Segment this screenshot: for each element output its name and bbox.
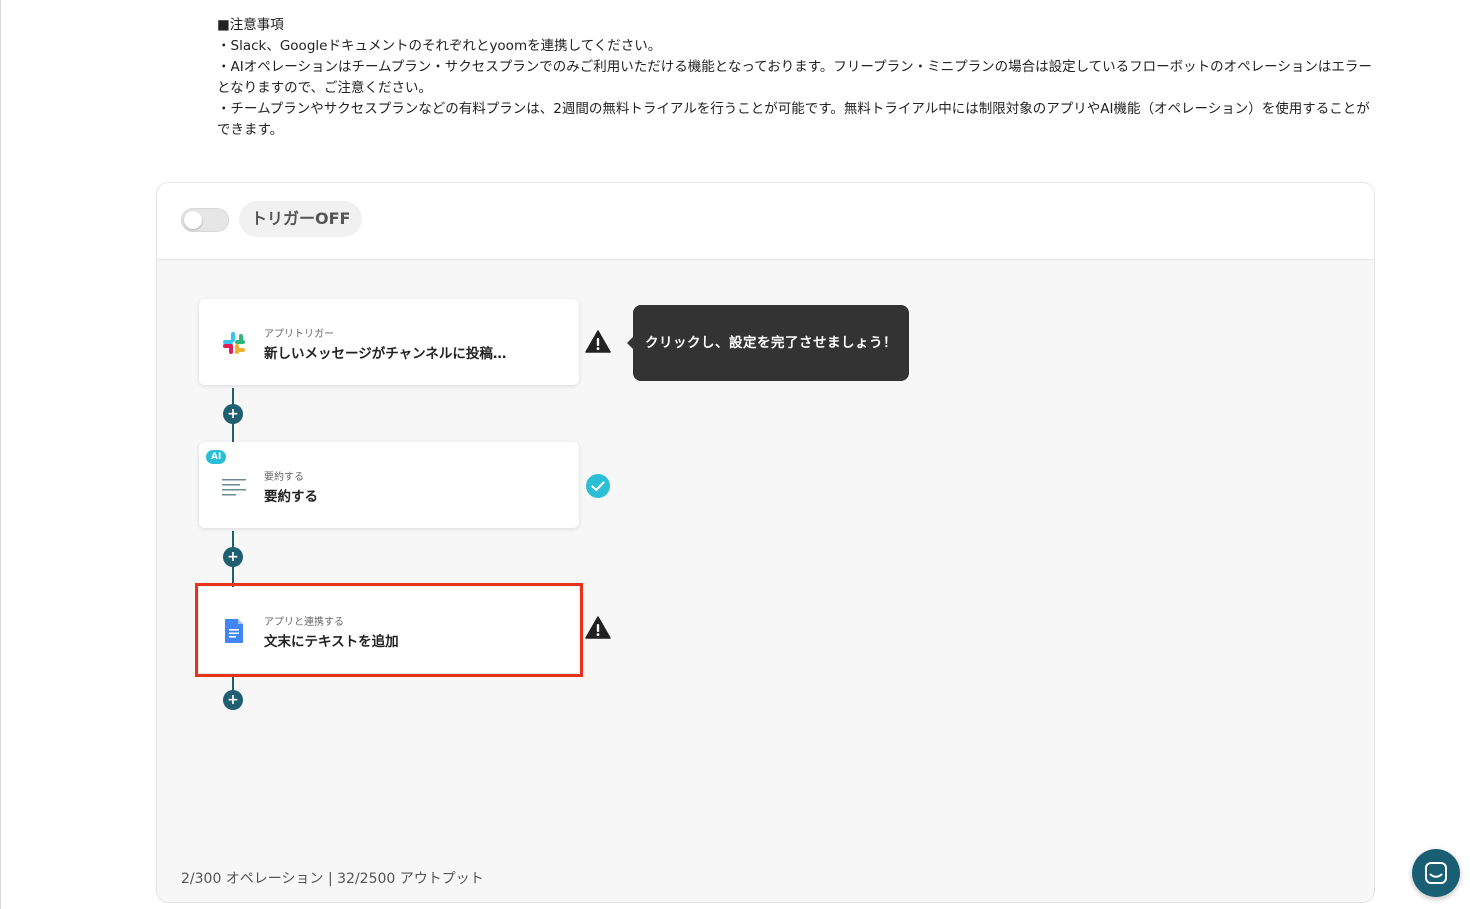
notice-heading: ■注意事項 <box>217 17 284 33</box>
step-type-label: アプリトリガー <box>264 329 334 340</box>
warning-icon <box>585 615 611 641</box>
notice-section: ■注意事項 ・Slack、Googleドキュメントのそれぞれとyoomを連携して… <box>217 15 1377 141</box>
tooltip-text: クリックし、設定を完了させましょう！ <box>645 335 897 351</box>
flow-step-google-docs[interactable]: アプリと連携する 文末にテキストを追加 <box>195 583 583 677</box>
flowbot-card: トリガーOFF + + + アプリトリガー 新しいメッセージがチャンネルに投稿…… <box>156 182 1375 903</box>
chat-icon <box>1425 862 1447 884</box>
setup-hint-tooltip: クリックし、設定を完了させましょう！ <box>627 305 909 381</box>
flow-step-summarize[interactable]: AI 要約する 要約する <box>199 442 579 528</box>
flow-header: トリガーOFF <box>157 183 1374 260</box>
step-title: 新しいメッセージがチャンネルに投稿… <box>264 346 507 362</box>
warning-icon <box>585 329 611 355</box>
tooltip-arrow <box>627 337 633 349</box>
summary-lines-icon <box>221 473 247 499</box>
step-title: 文末にテキストを追加 <box>264 634 399 650</box>
notice-line: ・AIオペレーションはチームプラン・サクセスプランでのみご利用いただける機能とな… <box>217 59 1372 96</box>
step-title: 要約する <box>264 489 318 505</box>
google-docs-icon <box>221 618 247 644</box>
ai-badge: AI <box>206 450 227 464</box>
usage-counter: 2/300 オペレーション | 32/2500 アウトプット <box>181 871 484 887</box>
toggle-knob <box>184 211 202 229</box>
add-step-button[interactable]: + <box>223 690 243 710</box>
flow-step-slack-trigger[interactable]: アプリトリガー 新しいメッセージがチャンネルに投稿… <box>199 299 579 385</box>
page: ■注意事項 ・Slack、Googleドキュメントのそれぞれとyoomを連携して… <box>0 0 1470 909</box>
check-complete-icon <box>585 473 611 499</box>
add-step-button[interactable]: + <box>223 404 243 424</box>
step-type-label: アプリと連携する <box>264 617 344 628</box>
slack-icon <box>221 330 247 356</box>
trigger-status-label: トリガーOFF <box>239 201 363 237</box>
step-type-label: 要約する <box>264 472 304 483</box>
add-step-button[interactable]: + <box>223 547 243 567</box>
trigger-toggle[interactable] <box>181 208 229 232</box>
notice-line: ・チームプランやサクセスプランなどの有料プランは、2週間の無料トライアルを行うこ… <box>217 101 1370 138</box>
chat-support-button[interactable] <box>1412 849 1460 897</box>
notice-line: ・Slack、Googleドキュメントのそれぞれとyoomを連携してください。 <box>217 38 662 54</box>
